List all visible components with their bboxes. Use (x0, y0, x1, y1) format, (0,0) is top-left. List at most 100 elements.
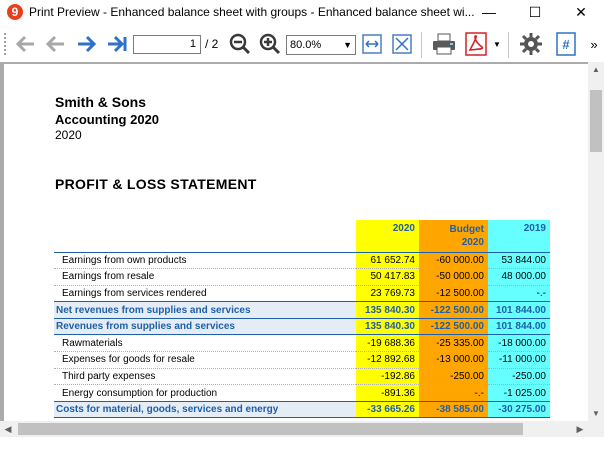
zoom-out-icon (229, 33, 251, 55)
maximize-icon: ☐ (528, 3, 542, 20)
close-button[interactable]: ✕ (558, 0, 604, 24)
first-page-icon (15, 35, 34, 53)
fit-width-button[interactable] (359, 28, 385, 60)
table-row: Earnings from resale 50 417.83 -50 000.00 4… (54, 268, 550, 286)
minimize-icon: — (482, 4, 496, 20)
value-2020: -19 688.36 (356, 334, 419, 353)
row-label: Net revenues from supplies and services (54, 301, 356, 319)
table-total-row: Net revenues from supplies and services 1… (54, 301, 550, 319)
value-2019: -30 275.00 (488, 400, 550, 419)
table-row: Rawmaterials -19 688.36 -25 335.00 -18 000.… (54, 334, 550, 353)
scroll-right-icon[interactable]: ▶ (572, 421, 588, 437)
value-budget-2020: -122 500.00 (419, 301, 488, 319)
header-budget-2020: Budget 2020 (419, 220, 488, 252)
more-icon: » (590, 36, 598, 52)
last-page-button[interactable] (104, 28, 130, 60)
print-icon (433, 33, 455, 55)
chevron-down-icon: ▼ (493, 39, 501, 49)
value-2020: 23 769.73 (356, 285, 419, 303)
value-2019: 48 000.00 (488, 268, 550, 286)
value-2019: -11 000.00 (488, 351, 550, 369)
row-label: Earnings from own products (54, 252, 356, 270)
minimize-button[interactable]: — (466, 0, 512, 24)
header-label-cell (54, 220, 356, 252)
header-2020: 2020 (356, 220, 419, 252)
row-label: Energy consumption for production (54, 384, 356, 402)
page-number-button[interactable]: # (552, 28, 580, 60)
toolbar-separator (421, 32, 422, 58)
value-2020: -891.36 (356, 384, 419, 402)
page-number-input[interactable]: 1 (133, 35, 201, 54)
previous-page-icon (45, 35, 64, 53)
scrollbar-corner (588, 421, 604, 437)
scroll-down-icon[interactable]: ▼ (588, 406, 604, 422)
value-budget-2020: -38 585.00 (419, 400, 488, 419)
toolbar-overflow-button[interactable]: » (586, 28, 602, 60)
first-page-button[interactable] (12, 28, 38, 60)
value-budget-2020: -60 000.00 (419, 252, 488, 270)
value-budget-2020: -25 335.00 (419, 334, 488, 353)
next-page-button[interactable] (74, 28, 100, 60)
pdf-options-dropdown[interactable]: ▼ (490, 28, 504, 60)
zoom-in-button[interactable] (256, 28, 284, 60)
value-budget-2020: -122 500.00 (419, 317, 488, 336)
row-label: Third party expenses (54, 368, 356, 386)
value-2019: 53 844.00 (488, 252, 550, 270)
value-2020: -192.86 (356, 368, 419, 386)
value-2019: -1 025.00 (488, 384, 550, 402)
next-page-icon (78, 35, 97, 53)
value-2020: 135 840.30 (356, 301, 419, 319)
table-row: Energy consumption for production -891.36… (54, 384, 550, 402)
last-page-icon (108, 35, 127, 53)
report-year: 2020 (55, 128, 82, 142)
preview-area[interactable]: Smith & Sons Accounting 2020 2020 PROFIT… (0, 62, 588, 422)
value-budget-2020: -50 000.00 (419, 268, 488, 286)
fit-width-icon (362, 34, 382, 54)
settings-icon (520, 33, 542, 55)
report-title: PROFIT & LOSS STATEMENT (55, 176, 257, 192)
zoom-out-button[interactable] (226, 28, 254, 60)
value-2020: 50 417.83 (356, 268, 419, 286)
svg-text:#: # (562, 37, 570, 52)
value-budget-2020: -13 000.00 (419, 351, 488, 369)
vertical-scroll-thumb[interactable] (590, 90, 602, 152)
value-2020: -12 892.68 (356, 351, 419, 369)
app-logo-icon: 9 (7, 4, 23, 20)
value-2020: -33 665.26 (356, 400, 419, 419)
value-2019: 101 844.00 (488, 317, 550, 336)
maximize-button[interactable]: ☐ (512, 0, 558, 24)
value-2020: 61 652.74 (356, 252, 419, 270)
table-row: Earnings from own products 61 652.74 -60 0… (54, 252, 550, 270)
row-label: Earnings from services rendered (54, 285, 356, 303)
print-button[interactable] (428, 28, 460, 60)
pdf-export-button[interactable] (462, 28, 490, 60)
row-label: Expenses for goods for resale (54, 351, 356, 369)
value-2019: -18 000.00 (488, 334, 550, 353)
previous-page-button[interactable] (42, 28, 68, 60)
window-title: Print Preview - Enhanced balance sheet w… (29, 5, 475, 19)
toolbar-grip[interactable] (4, 33, 8, 55)
fit-page-icon (392, 34, 412, 54)
zoom-select[interactable]: 80.0% ▼ (286, 35, 356, 55)
value-budget-2020: -250.00 (419, 368, 488, 386)
table-row: Earnings from services rendered 23 769.73… (54, 285, 550, 303)
scroll-left-icon[interactable]: ◀ (0, 421, 16, 437)
settings-button[interactable] (515, 28, 547, 60)
toolbar-separator (508, 32, 509, 58)
table-total-row: Costs for material, goods, services and … (54, 400, 550, 419)
row-label: Rawmaterials (54, 334, 356, 353)
horizontal-scroll-thumb[interactable] (18, 423, 523, 435)
value-budget-2020: -12 500.00 (419, 285, 488, 303)
fit-page-button[interactable] (389, 28, 415, 60)
table-row: Expenses for goods for resale -12 892.68-… (54, 351, 550, 369)
value-2019: -250.00 (488, 368, 550, 386)
horizontal-scrollbar[interactable]: ◀ ▶ (0, 421, 588, 437)
value-2019: 101 844.00 (488, 301, 550, 319)
vertical-scrollbar[interactable]: ▲ ▼ (588, 62, 604, 422)
value-2020: 135 840.30 (356, 317, 419, 336)
chevron-down-icon: ▼ (343, 40, 352, 50)
value-budget-2020: -.- (419, 384, 488, 402)
scroll-up-icon[interactable]: ▲ (588, 62, 604, 78)
row-label: Costs for material, goods, services and … (54, 400, 356, 419)
header-2019: 2019 (488, 220, 550, 252)
